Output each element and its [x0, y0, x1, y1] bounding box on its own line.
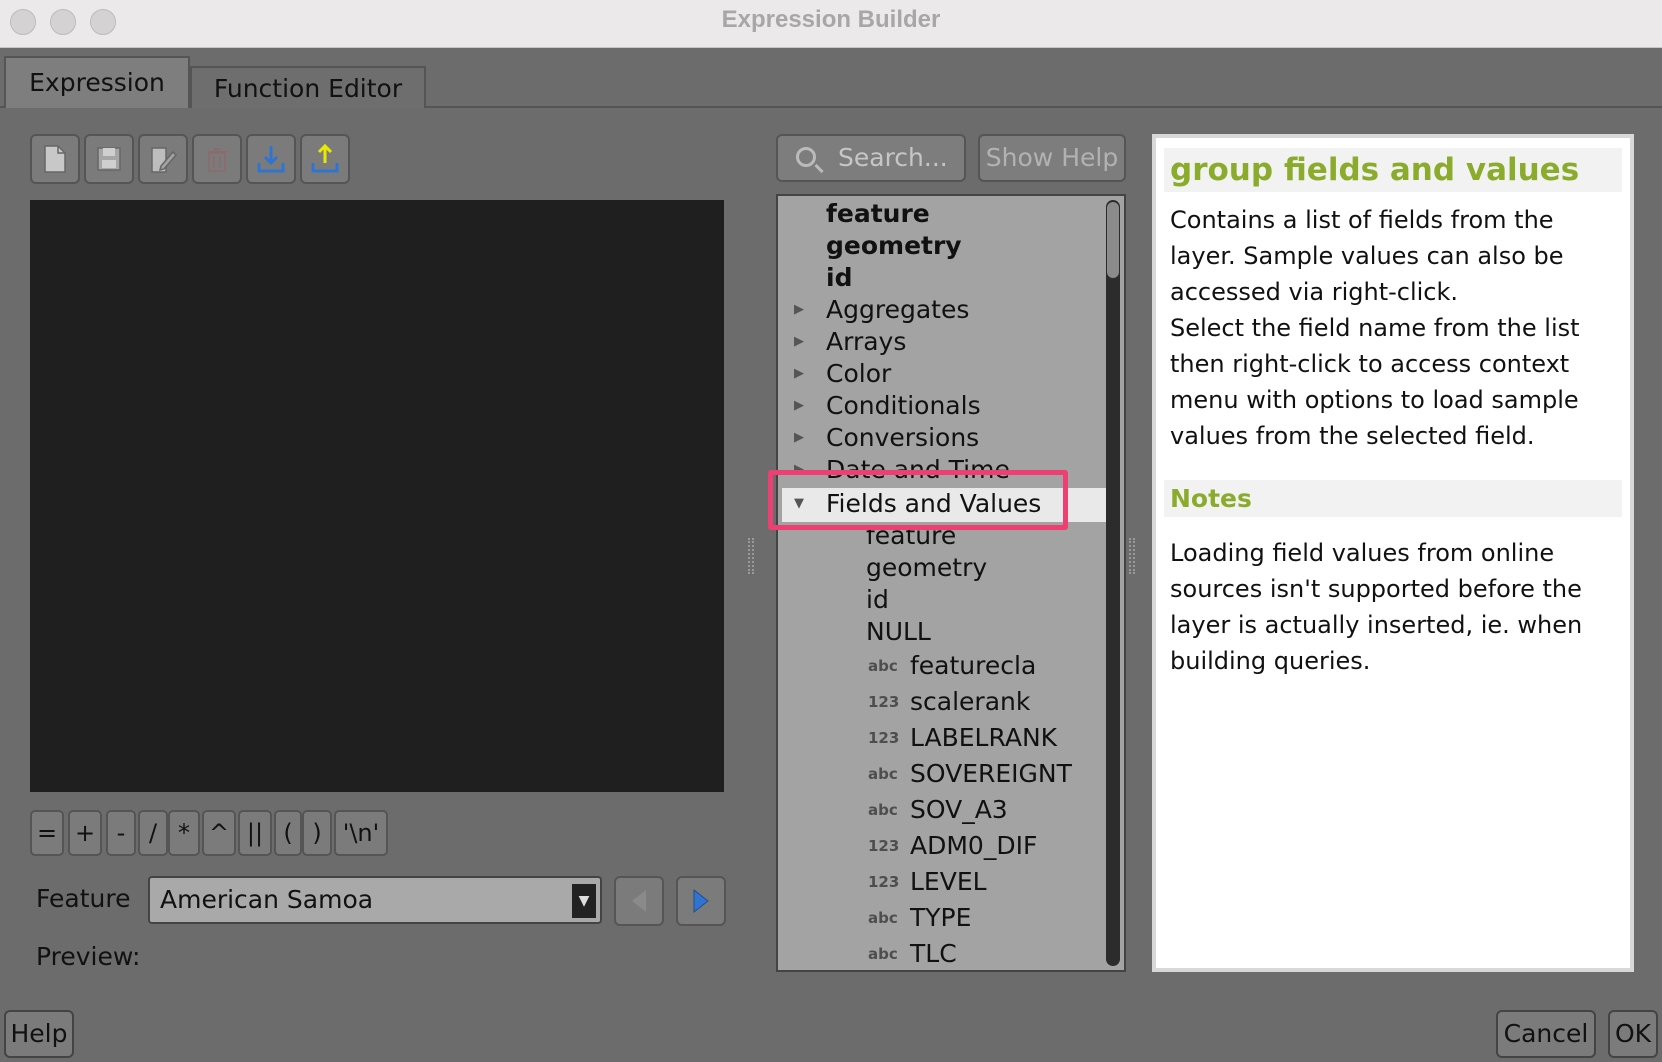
expand-caret-icon[interactable]: ▶: [794, 326, 804, 358]
ok-button[interactable]: OK: [1608, 1010, 1658, 1058]
new-file-icon: [44, 145, 66, 173]
help-button[interactable]: Help: [4, 1010, 74, 1058]
title-bar: Expression Builder: [0, 0, 1662, 48]
tree-group-color[interactable]: ▶ Color: [778, 358, 1108, 390]
save-icon: [97, 147, 121, 171]
expand-caret-icon[interactable]: ▶: [794, 358, 804, 390]
tree-child-null[interactable]: NULL: [866, 616, 931, 648]
expand-caret-icon[interactable]: ▶: [794, 294, 804, 326]
previous-feature-button[interactable]: [614, 876, 664, 926]
tree-field-row[interactable]: abc SOV_A3: [778, 794, 1108, 826]
export-icon: [311, 143, 339, 173]
delete-icon: [207, 148, 227, 172]
splitter-handle-left[interactable]: [748, 538, 754, 574]
tab-function-editor[interactable]: Function Editor: [190, 66, 426, 108]
number-type-icon: 123: [868, 693, 900, 711]
tree-field-row[interactable]: 123 ADM0_DIF: [778, 830, 1108, 862]
tree-item-feature[interactable]: feature: [826, 198, 930, 230]
edit-icon: [151, 147, 177, 173]
delete-expression-button[interactable]: [192, 134, 242, 184]
help-paragraph: Contains a list of fields from the layer…: [1170, 206, 1564, 306]
number-type-icon: 123: [868, 873, 900, 891]
help-title: group fields and values: [1164, 148, 1622, 192]
tree-group-arrays[interactable]: ▶ Arrays: [778, 326, 1108, 358]
search-icon: [796, 147, 816, 167]
tab-expression[interactable]: Expression: [4, 56, 190, 108]
tree-child-geometry[interactable]: geometry: [866, 552, 987, 584]
string-type-icon: abc: [868, 801, 898, 819]
help-notes-heading: Notes: [1164, 480, 1622, 517]
tree-field-row[interactable]: abc TYPE: [778, 902, 1108, 934]
expand-caret-icon[interactable]: ▶: [794, 390, 804, 422]
tree-field-row[interactable]: abc SOVEREIGNT: [778, 758, 1108, 790]
import-icon: [257, 146, 285, 173]
operator-plus-button[interactable]: +: [68, 810, 102, 856]
help-paragraph: Select the field name from the list then…: [1170, 314, 1580, 450]
operator-concat-button[interactable]: ||: [238, 810, 272, 856]
next-feature-button[interactable]: [676, 876, 726, 926]
tree-group-aggregates[interactable]: ▶ Aggregates: [778, 294, 1108, 326]
export-expressions-button[interactable]: [300, 134, 350, 184]
tree-scrollbar-thumb[interactable]: [1107, 202, 1119, 278]
operator-divide-button[interactable]: /: [138, 810, 168, 856]
tree-field-row[interactable]: abc featurecla: [778, 650, 1108, 682]
search-input[interactable]: Search...: [776, 134, 966, 182]
tree-group-conversions[interactable]: ▶ Conversions: [778, 422, 1108, 454]
tree-field-row[interactable]: 123 LEVEL: [778, 866, 1108, 898]
annotation-highlight-box: [768, 470, 1068, 530]
splitter-handle-right[interactable]: [1129, 538, 1135, 574]
tree-scrollbar[interactable]: [1106, 200, 1120, 966]
tree-child-id[interactable]: id: [866, 584, 889, 616]
preview-label: Preview:: [36, 942, 141, 971]
function-tree[interactable]: feature geometry id ▶ Aggregates ▶ Arrays …: [776, 194, 1126, 972]
string-type-icon: abc: [868, 945, 898, 963]
new-expression-button[interactable]: [30, 134, 80, 184]
search-placeholder: Search...: [838, 143, 948, 172]
tree-group-conditionals[interactable]: ▶ Conditionals: [778, 390, 1108, 422]
feature-select-value: American Samoa: [160, 885, 374, 914]
window-title: Expression Builder: [721, 6, 941, 33]
triangle-left-icon: [632, 890, 646, 912]
edit-expression-button[interactable]: [138, 134, 188, 184]
string-type-icon: abc: [868, 657, 898, 675]
help-panel: group fields and values Contains a list …: [1152, 134, 1634, 972]
cancel-button[interactable]: Cancel: [1496, 1010, 1596, 1058]
tree-item-id[interactable]: id: [826, 262, 852, 294]
help-notes-text: Loading field values from online sources…: [1170, 539, 1583, 675]
expression-editor[interactable]: [30, 200, 724, 792]
string-type-icon: abc: [868, 909, 898, 927]
save-expression-button[interactable]: [84, 134, 134, 184]
tree-item-geometry[interactable]: geometry: [826, 230, 962, 262]
number-type-icon: 123: [868, 729, 900, 747]
operator-open-paren-button[interactable]: (: [274, 810, 302, 856]
operator-newline-button[interactable]: '\n': [334, 810, 388, 856]
operator-close-paren-button[interactable]: ): [302, 810, 332, 856]
tree-field-row[interactable]: abc TLC: [778, 938, 1108, 970]
tree-field-row[interactable]: 123 scalerank: [778, 686, 1108, 718]
dropdown-arrow-icon[interactable]: ▼: [572, 884, 596, 918]
number-type-icon: 123: [868, 837, 900, 855]
triangle-right-icon: [693, 888, 709, 914]
tree-field-row[interactable]: 123 LABELRANK: [778, 722, 1108, 754]
feature-select[interactable]: American Samoa ▼: [148, 876, 602, 924]
string-type-icon: abc: [868, 765, 898, 783]
expand-caret-icon[interactable]: ▶: [794, 422, 804, 454]
operator-power-button[interactable]: ^: [202, 810, 236, 856]
operator-multiply-button[interactable]: *: [168, 810, 200, 856]
feature-label: Feature: [36, 884, 131, 913]
operator-minus-button[interactable]: -: [106, 810, 136, 856]
operator-equals-button[interactable]: =: [30, 810, 64, 856]
show-help-button[interactable]: Show Help: [978, 134, 1126, 182]
import-expressions-button[interactable]: [246, 134, 296, 184]
